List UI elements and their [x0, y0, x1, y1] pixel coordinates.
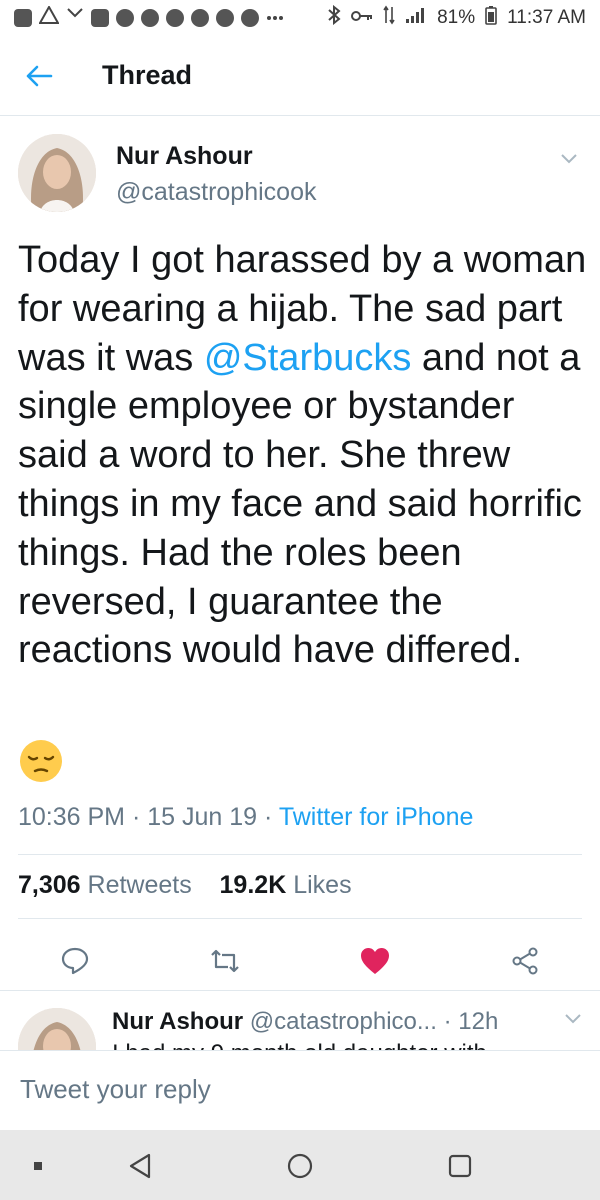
tweet-time: 10:36 PM — [18, 803, 126, 831]
missed-call-icon — [66, 6, 84, 30]
mention-link[interactable]: @Starbucks — [204, 337, 412, 379]
tweet-text: Today I got harassed by a woman for wear… — [18, 236, 588, 675]
tweet-menu-button[interactable] — [560, 152, 578, 170]
battery-icon — [485, 5, 497, 31]
author-name[interactable]: Nur Ashour — [116, 142, 253, 171]
chevron-down-icon — [565, 1014, 581, 1024]
nav-back-button[interactable] — [120, 1146, 160, 1186]
heart-icon — [361, 948, 389, 974]
pensive-face-emoji — [18, 738, 64, 784]
nav-home-button[interactable] — [280, 1146, 320, 1186]
nav-overview-button[interactable] — [440, 1146, 480, 1186]
square-overview-icon — [448, 1154, 472, 1178]
warning-icon — [38, 4, 60, 30]
reply-icon — [61, 947, 89, 975]
tweet-date: 15 Jun 19 — [147, 803, 258, 831]
tweet-source-link[interactable]: Twitter for iPhone — [279, 803, 474, 831]
separator: · — [264, 803, 273, 831]
reply-tweet[interactable]: Nur Ashour @catastrophico... · 12h I had… — [0, 990, 600, 1050]
avatar-image — [18, 1008, 96, 1050]
facebook-icon — [91, 9, 109, 27]
data-icon — [383, 5, 395, 31]
retweet-button[interactable] — [200, 936, 250, 986]
reply-menu-button[interactable] — [564, 1012, 582, 1030]
reply-author-name[interactable]: Nur Ashour — [112, 1008, 243, 1035]
key-icon — [351, 7, 373, 29]
battery-percent: 81% — [437, 7, 476, 28]
status-bar-notifications — [14, 4, 284, 30]
reply-time: 12h — [458, 1008, 499, 1035]
chrome-icon — [166, 9, 184, 27]
like-button[interactable] — [350, 936, 400, 986]
dot-icon — [34, 1162, 42, 1170]
google-icon — [116, 9, 134, 27]
recent-apps-indicator[interactable] — [18, 1146, 58, 1186]
messenger-icon — [141, 9, 159, 27]
share-icon — [512, 947, 538, 975]
likes-label: Likes — [293, 871, 352, 899]
status-bar: 81% 11:37 AM — [0, 0, 600, 36]
clock: 11:37 AM — [507, 7, 586, 28]
divider — [18, 918, 582, 919]
reply-author-handle[interactable]: @catastrophico... — [250, 1008, 437, 1035]
reply-header: Nur Ashour @catastrophico... · 12h — [112, 1008, 582, 1036]
triangle-back-icon — [129, 1153, 151, 1179]
retweets-stat[interactable]: 7,306 Retweets — [18, 871, 192, 899]
chrome-icon — [216, 9, 234, 27]
chrome-icon — [241, 9, 259, 27]
messenger-icon — [191, 9, 209, 27]
tweet-text-part: and not a single employee or bystander s… — [18, 336, 582, 672]
tweet-author: Nur Ashour @catastrophicook — [18, 134, 578, 214]
separator: · — [131, 803, 141, 831]
likes-stat[interactable]: 19.2K Likes — [220, 871, 352, 899]
reply-text: I had my 9 month old daughter with — [112, 1040, 487, 1050]
avatar-image — [18, 134, 96, 212]
app-bar: Thread — [0, 36, 600, 116]
arrow-left-icon — [26, 65, 53, 86]
page-title: Thread — [102, 60, 193, 90]
likes-count: 19.2K — [219, 871, 287, 899]
retweet-icon — [211, 949, 239, 973]
chevron-down-icon — [561, 154, 577, 164]
reply-composer — [0, 1050, 600, 1130]
signal-icon — [405, 6, 427, 30]
separator: · — [443, 1008, 452, 1035]
tweet-metadata: 10:36 PM · 15 Jun 19 · Twitter for iPhon… — [18, 803, 473, 832]
share-button[interactable] — [500, 936, 550, 986]
tweet-stats: 7,306 Retweets 19.2K Likes — [18, 871, 352, 900]
tweet-actions — [18, 936, 582, 986]
more-icon — [266, 6, 284, 30]
retweets-label: Retweets — [87, 871, 192, 899]
author-handle[interactable]: @catastrophicook — [116, 178, 316, 207]
retweets-count: 7,306 — [18, 871, 81, 899]
status-bar-system: 81% 11:37 AM — [327, 4, 586, 31]
divider — [18, 854, 582, 855]
avatar[interactable] — [18, 1008, 96, 1050]
bluetooth-icon — [327, 4, 341, 31]
back-button[interactable] — [24, 61, 54, 91]
avatar[interactable] — [18, 134, 96, 212]
circle-home-icon — [287, 1153, 313, 1179]
reply-button[interactable] — [50, 936, 100, 986]
facebook-icon — [14, 9, 32, 27]
system-nav-bar — [0, 1130, 600, 1200]
reply-input[interactable] — [18, 1073, 582, 1106]
